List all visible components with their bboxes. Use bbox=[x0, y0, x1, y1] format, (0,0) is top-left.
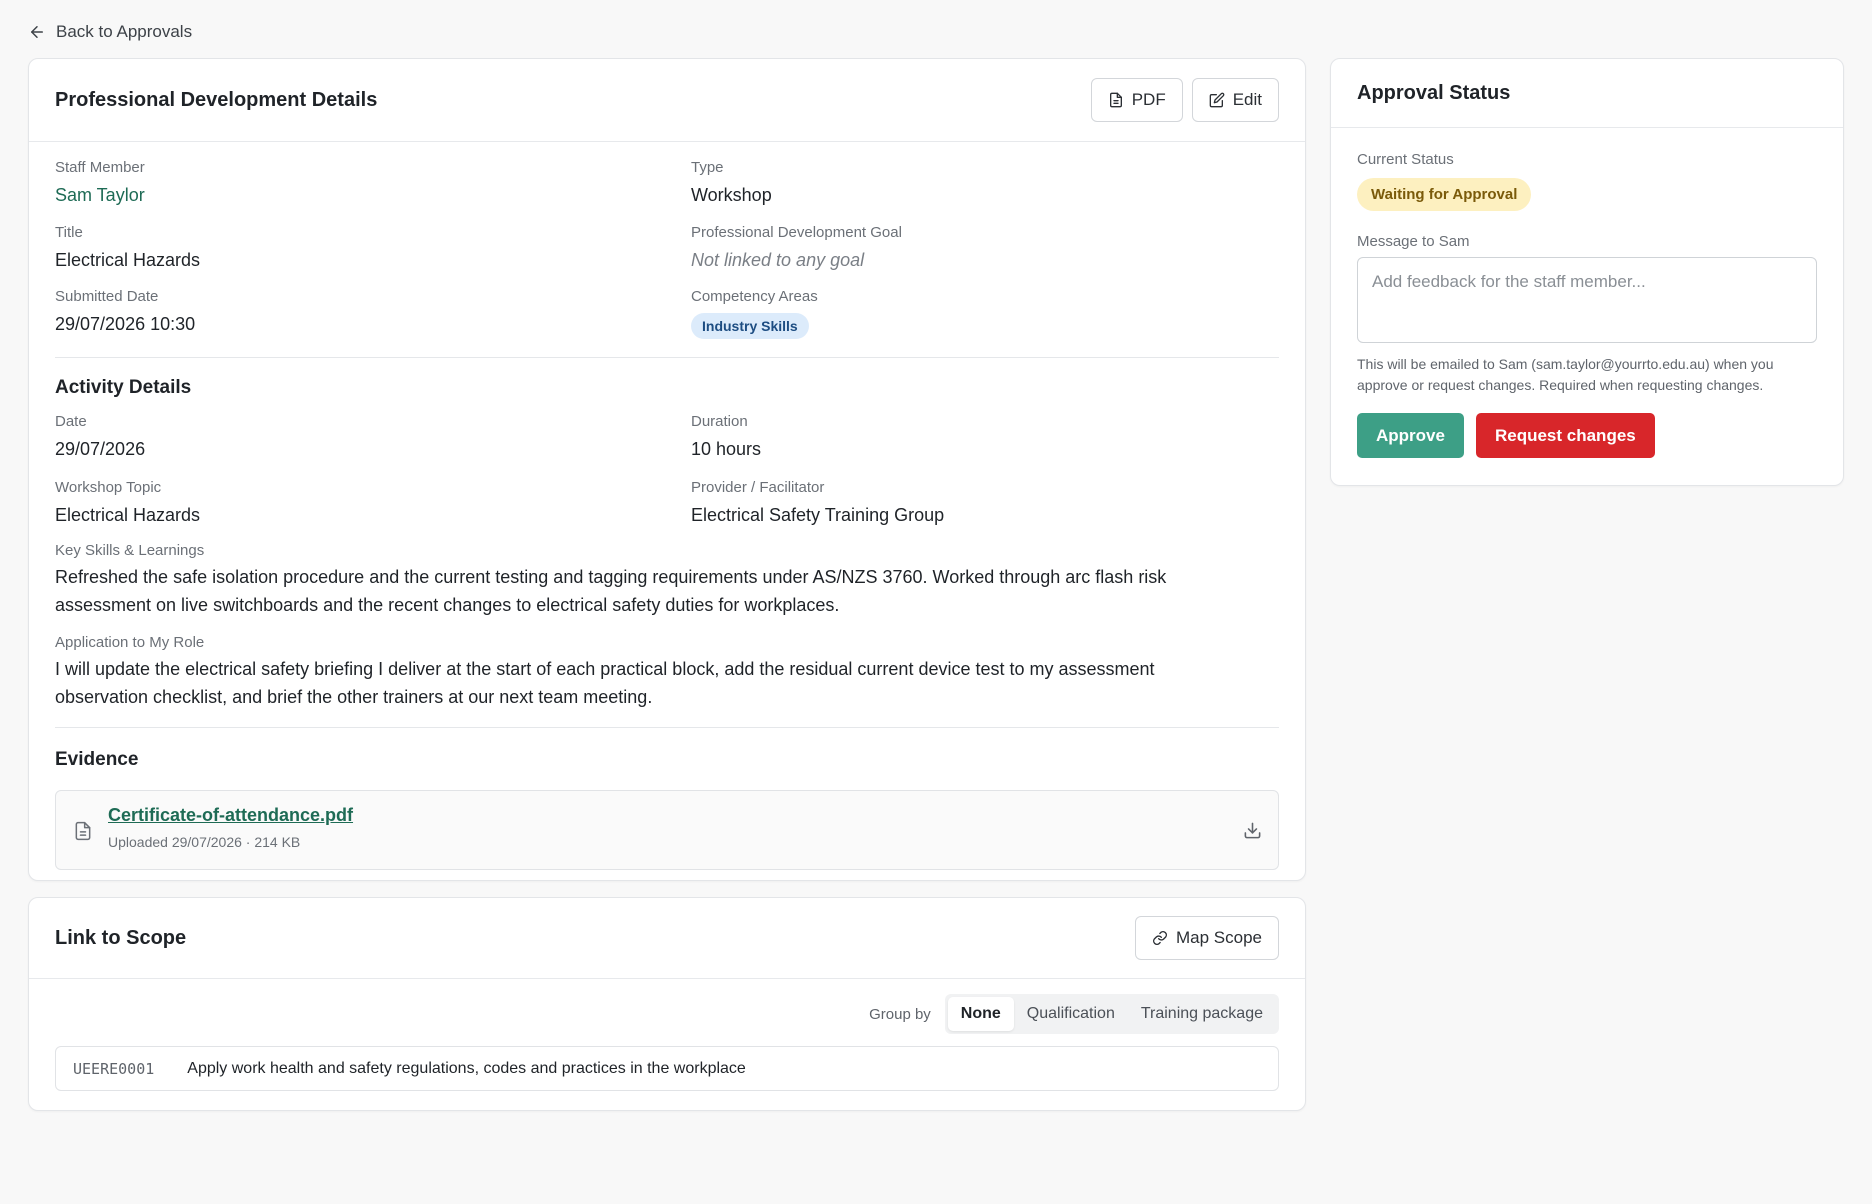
edit-button[interactable]: Edit bbox=[1191, 78, 1279, 122]
provider-field: Provider / Facilitator Electrical Safety… bbox=[691, 479, 944, 526]
feedback-help-text: This will be emailed to Sam (sam.taylor@… bbox=[1357, 354, 1774, 396]
goal-value: Not linked to any goal bbox=[691, 250, 865, 270]
skills-label: Key Skills & Learnings bbox=[55, 542, 205, 559]
scope-unit-title: Apply work health and safety regulations… bbox=[187, 1059, 746, 1077]
download-icon[interactable] bbox=[1243, 821, 1262, 840]
scope-card-header: Link to Scope Map Scope bbox=[29, 898, 1305, 979]
edit-icon bbox=[1209, 92, 1225, 108]
competency-field: Competency Areas Industry Skills bbox=[691, 288, 818, 339]
back-to-approvals-link[interactable]: Back to Approvals bbox=[28, 22, 192, 42]
evidence-file-row: Certificate-of-attendance.pdf Uploaded 2… bbox=[55, 790, 1279, 870]
skills-text: Refreshed the safe isolation procedure a… bbox=[55, 563, 1275, 619]
edit-button-label: Edit bbox=[1232, 90, 1262, 109]
feedback-textarea[interactable] bbox=[1357, 257, 1817, 343]
application-line: observation checklist, and brief the oth… bbox=[55, 687, 653, 707]
status-badge: Waiting for Approval bbox=[1357, 178, 1532, 211]
map-scope-label: Map Scope bbox=[1176, 928, 1262, 947]
submitted-label: Submitted Date bbox=[55, 288, 159, 305]
details-title: Professional Development Details bbox=[55, 88, 378, 111]
type-field: Type Workshop bbox=[691, 159, 772, 206]
type-value: Workshop bbox=[691, 185, 772, 205]
skills-line: Refreshed the safe isolation procedure a… bbox=[55, 567, 1167, 587]
title-label: Title bbox=[55, 224, 83, 241]
scope-title: Link to Scope bbox=[55, 926, 187, 949]
topic-label: Workshop Topic bbox=[55, 479, 162, 496]
type-label: Type bbox=[691, 159, 724, 176]
activity-heading: Activity Details bbox=[55, 377, 192, 398]
application-line: I will update the electrical safety brie… bbox=[55, 659, 1155, 679]
title-field: Title Electrical Hazards bbox=[55, 224, 200, 271]
application-text: I will update the electrical safety brie… bbox=[55, 655, 1275, 711]
date-field: Date 29/07/2026 bbox=[55, 413, 145, 460]
submitted-value: 29/07/2026 10:30 bbox=[55, 314, 196, 334]
skills-field: Key Skills & Learnings Refreshed the saf… bbox=[55, 542, 1275, 619]
approval-title: Approval Status bbox=[1357, 81, 1511, 104]
details-card: Professional Development Details PDF Edi… bbox=[28, 58, 1306, 881]
divider bbox=[55, 727, 1279, 728]
competency-label: Competency Areas bbox=[691, 288, 818, 305]
topic-field: Workshop Topic Electrical Hazards bbox=[55, 479, 200, 526]
group-option-training-package[interactable]: Training package bbox=[1128, 997, 1276, 1031]
scope-row[interactable]: UEERE0001 Apply work health and safety r… bbox=[55, 1046, 1279, 1091]
details-card-header: Professional Development Details PDF Edi… bbox=[29, 59, 1305, 142]
skills-line: assessment on live switchboards and the … bbox=[55, 595, 840, 615]
date-label: Date bbox=[55, 413, 87, 430]
evidence-heading: Evidence bbox=[55, 749, 139, 770]
back-link-label: Back to Approvals bbox=[56, 22, 193, 41]
approval-card: Approval Status Current Status Waiting f… bbox=[1330, 58, 1844, 486]
group-by-label: Group by bbox=[869, 1005, 931, 1023]
staff-member-label: Staff Member bbox=[55, 159, 145, 176]
provider-label: Provider / Facilitator bbox=[691, 479, 825, 496]
approval-card-header: Approval Status bbox=[1331, 59, 1843, 128]
file-icon bbox=[1109, 92, 1122, 108]
evidence-file-meta: Uploaded 29/07/2026 · 214 KB bbox=[108, 834, 301, 850]
submitted-field: Submitted Date 29/07/2026 10:30 bbox=[55, 288, 195, 335]
duration-value: 10 hours bbox=[691, 439, 762, 459]
map-scope-button[interactable]: Map Scope bbox=[1135, 916, 1279, 960]
divider bbox=[55, 357, 1279, 358]
staff-member-field: Staff Member Sam Taylor bbox=[55, 159, 145, 206]
group-option-none[interactable]: None bbox=[947, 997, 1014, 1031]
provider-value: Electrical Safety Training Group bbox=[691, 505, 945, 525]
link-icon bbox=[1153, 931, 1167, 945]
application-field: Application to My Role I will update the… bbox=[55, 634, 1275, 711]
topic-value: Electrical Hazards bbox=[55, 505, 201, 525]
help-line: approve or request changes. Required whe… bbox=[1357, 377, 1764, 393]
group-option-qualification[interactable]: Qualification bbox=[1014, 997, 1128, 1031]
duration-label: Duration bbox=[691, 413, 748, 430]
document-icon bbox=[75, 821, 91, 841]
staff-member-value[interactable]: Sam Taylor bbox=[55, 185, 145, 206]
scope-unit-code: UEERE0001 bbox=[73, 1059, 155, 1078]
arrow-left-icon bbox=[31, 26, 43, 38]
group-by-segmented: None Qualification Training package bbox=[944, 994, 1279, 1034]
approve-button[interactable]: Approve bbox=[1357, 413, 1464, 458]
title-value: Electrical Hazards bbox=[55, 250, 201, 270]
date-value: 29/07/2026 bbox=[55, 439, 146, 459]
scope-card: Link to Scope Map Scope Group by None Qu… bbox=[28, 897, 1306, 1111]
competency-chip: Industry Skills bbox=[691, 313, 809, 339]
pdf-button-label: PDF bbox=[1131, 90, 1166, 109]
goal-label: Professional Development Goal bbox=[691, 224, 902, 241]
evidence-file-link[interactable]: Certificate-of-attendance.pdf bbox=[108, 805, 353, 826]
group-by-control: Group by None Qualification Training pac… bbox=[869, 994, 1279, 1034]
application-label: Application to My Role bbox=[55, 634, 205, 651]
request-changes-button[interactable]: Request changes bbox=[1475, 413, 1655, 458]
duration-field: Duration 10 hours bbox=[691, 413, 761, 460]
help-line: This will be emailed to Sam (sam.taylor@… bbox=[1357, 356, 1774, 372]
current-status-label: Current Status bbox=[1357, 151, 1454, 168]
pdf-button[interactable]: PDF bbox=[1090, 78, 1183, 122]
goal-field: Professional Development Goal Not linked… bbox=[691, 224, 902, 271]
message-label: Message to Sam bbox=[1357, 233, 1470, 250]
